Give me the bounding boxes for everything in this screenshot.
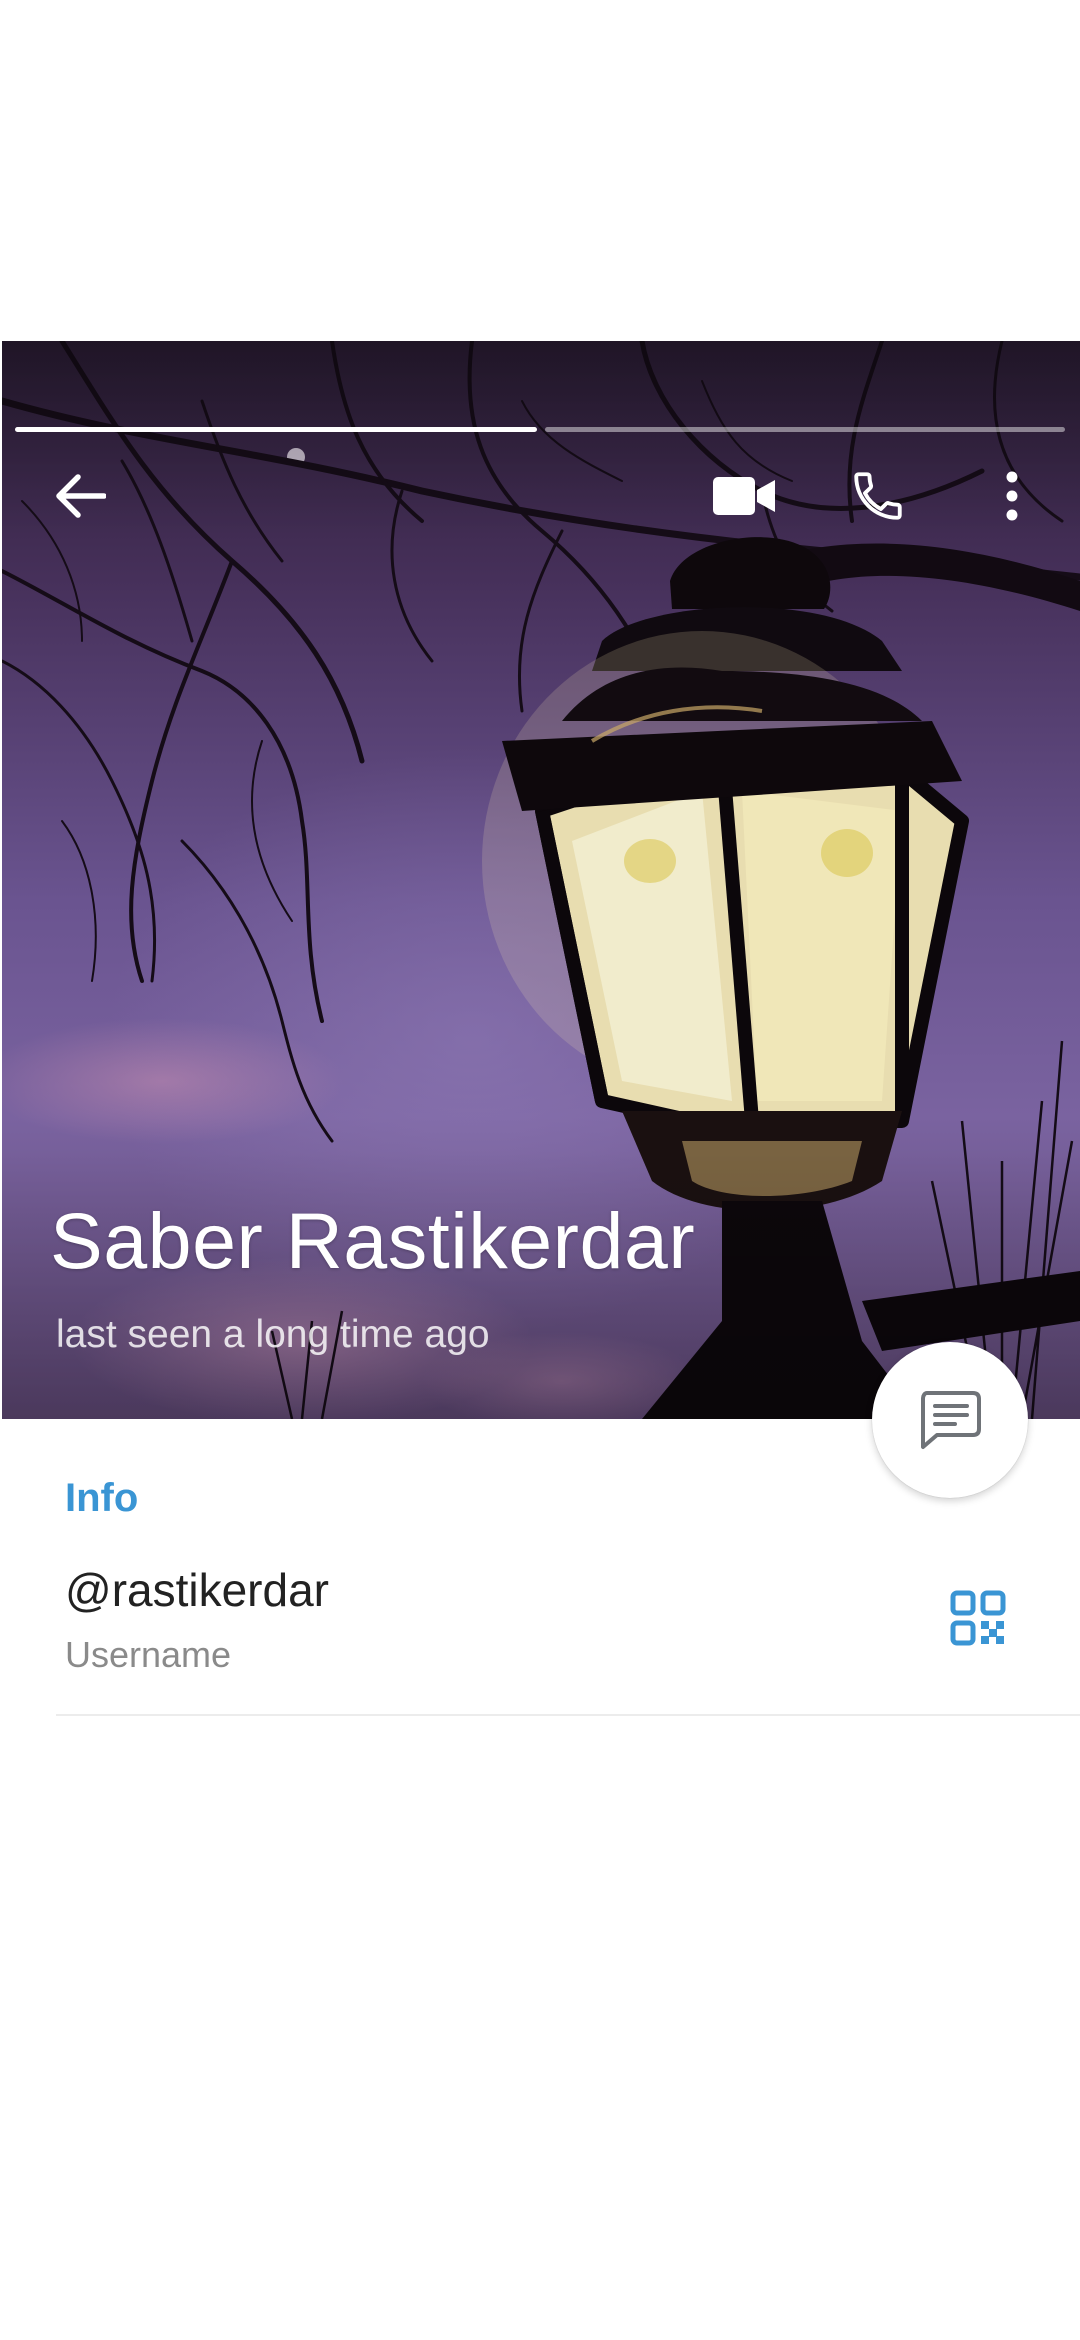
- video-call-button[interactable]: [700, 460, 788, 532]
- arrow-left-icon: [56, 474, 106, 518]
- phone-icon: [854, 472, 902, 520]
- qr-code-icon: [950, 1590, 1006, 1646]
- section-divider: [56, 1714, 1080, 1716]
- info-section-header: Info: [65, 1476, 139, 1520]
- more-vertical-icon: [1006, 471, 1018, 521]
- top-spacer: [0, 0, 1080, 341]
- username-value[interactable]: @rastikerdar: [65, 1563, 329, 1617]
- more-options-button[interactable]: [990, 460, 1034, 532]
- back-button[interactable]: [40, 460, 120, 532]
- qr-code-button[interactable]: [944, 1584, 1012, 1652]
- photo-progress-current: [15, 427, 537, 432]
- voice-call-button[interactable]: [838, 458, 918, 534]
- last-seen-status: last seen a long time ago: [56, 1313, 490, 1356]
- video-camera-icon: [713, 477, 775, 515]
- send-message-button[interactable]: [872, 1342, 1028, 1498]
- profile-screen: Saber Rastikerdar last seen a long time …: [0, 0, 1080, 2340]
- username-label: Username: [65, 1634, 232, 1675]
- message-icon: [921, 1391, 981, 1449]
- photo-progress-next: [545, 427, 1065, 432]
- profile-name: Saber Rastikerdar: [50, 1196, 696, 1285]
